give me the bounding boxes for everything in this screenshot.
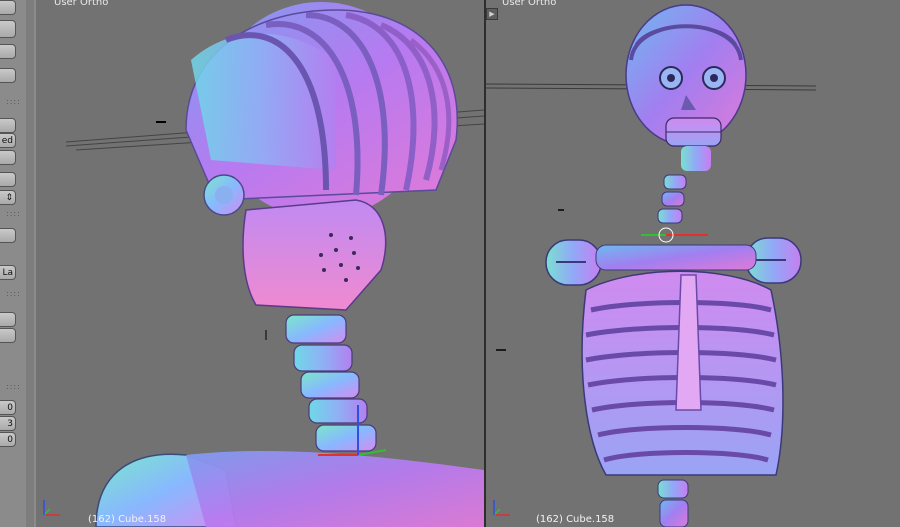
- area-join-right-icon[interactable]: ▶: [486, 8, 498, 20]
- 3d-viewport-right[interactable]: ◀ ▶ User Ortho (162) Cube.158: [486, 0, 900, 527]
- tool-button[interactable]: [0, 0, 16, 15]
- axis-gizmo: [490, 497, 514, 519]
- number-field[interactable]: 0: [0, 400, 16, 415]
- tool-stepper[interactable]: ⇕: [0, 190, 16, 205]
- axis-gizmo: [40, 497, 64, 519]
- tool-button[interactable]: [0, 312, 16, 327]
- tool-shelf: :::: ed ⇕ :::: La :::: :::: 0 3 0: [0, 0, 37, 527]
- 3d-viewport-left[interactable]: User Ortho (162) Cube.158: [36, 0, 484, 527]
- tool-button[interactable]: La: [0, 265, 16, 280]
- number-field[interactable]: 3: [0, 416, 16, 431]
- viewport-title: User Ortho: [502, 0, 557, 8]
- panel-grip-icon[interactable]: ::::: [6, 290, 20, 298]
- robot-head-side-render: [65, 2, 484, 527]
- tool-button[interactable]: [0, 150, 16, 165]
- number-field[interactable]: 0: [0, 432, 16, 447]
- panel-grip-icon[interactable]: ::::: [6, 383, 20, 391]
- tool-button[interactable]: [0, 68, 16, 83]
- viewport-title: User Ortho: [54, 0, 109, 8]
- tool-button[interactable]: [0, 172, 16, 187]
- tool-button[interactable]: [0, 328, 16, 343]
- tool-button[interactable]: ed: [0, 133, 16, 148]
- object-info: (162) Cube.158: [88, 514, 167, 525]
- tool-button[interactable]: [0, 118, 16, 133]
- toolshelf-scrollbar[interactable]: [26, 0, 34, 527]
- robot-skeleton-front-render: [486, 4, 817, 527]
- panel-grip-icon[interactable]: ::::: [6, 210, 20, 218]
- tool-button[interactable]: [0, 44, 16, 59]
- tool-button[interactable]: [0, 228, 16, 243]
- tool-button[interactable]: [0, 20, 16, 38]
- panel-grip-icon[interactable]: ::::: [6, 98, 20, 106]
- object-info: (162) Cube.158: [536, 514, 615, 525]
